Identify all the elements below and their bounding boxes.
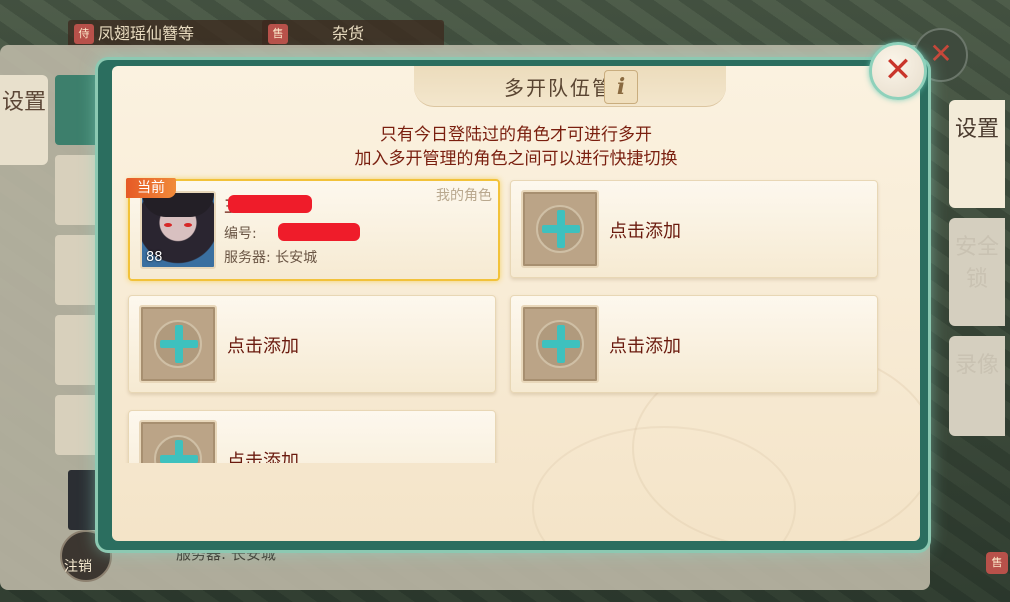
redacted-name [228, 195, 312, 213]
add-slot-label: 点击添加 [227, 336, 299, 357]
left-column-block [55, 155, 103, 225]
add-character-slot[interactable]: 点击添加 [128, 410, 496, 463]
add-slot-frame [521, 190, 599, 268]
redacted-id [278, 223, 360, 241]
right-tab-settings[interactable]: 设置 [949, 100, 1005, 208]
close-icon[interactable]: ✕ [869, 42, 927, 100]
left-settings-tab[interactable]: 设置 [0, 75, 48, 165]
character-level: 88 [146, 250, 163, 265]
add-character-slot[interactable]: 点击添加 [510, 180, 878, 278]
my-role-label: 我的角色 [436, 188, 492, 204]
add-slot-label: 点击添加 [609, 336, 681, 357]
right-tab-recording[interactable]: 录像 [949, 336, 1005, 436]
shop-tag-icon: 售 [986, 552, 1008, 574]
right-tab-label: 安全锁 [954, 235, 999, 292]
add-slot-frame [521, 305, 599, 383]
left-tab-label: 设置 [1, 90, 46, 115]
logout-label: 注销 [64, 559, 92, 575]
character-id-label: 编号: [224, 226, 257, 242]
top-tab-label: 杂货 [332, 24, 365, 43]
add-slot-label: 点击添加 [227, 451, 299, 463]
shop-tag-icon: 售 [268, 24, 288, 44]
character-slot-grid: 88 当前 我的角色 王 编号: 服务器: 长安城 点击添加 [112, 66, 920, 463]
current-tag: 当前 [126, 178, 176, 198]
current-character-card[interactable]: 88 当前 我的角色 王 编号: 服务器: 长安城 [126, 178, 500, 281]
left-column-block [55, 315, 103, 385]
left-column-block [55, 395, 103, 455]
character-server: 服务器: 长安城 [224, 250, 318, 266]
top-tab-item[interactable]: 侍 凤翅瑶仙簪等 [68, 20, 276, 48]
add-character-slot[interactable]: 点击添加 [510, 295, 878, 393]
right-tab-label: 录像 [954, 353, 999, 378]
add-character-slot[interactable]: 点击添加 [128, 295, 496, 393]
add-slot-frame [139, 305, 217, 383]
shop-tag-icon: 侍 [74, 24, 94, 44]
right-tab-label: 设置 [954, 117, 999, 142]
left-column-block [55, 75, 103, 145]
right-tab-security-lock[interactable]: 安全锁 [949, 218, 1005, 326]
top-tab-item[interactable]: 售 杂货 [262, 20, 444, 48]
top-tab-label: 凤翅瑶仙簪等 [98, 24, 195, 43]
multi-account-dialog: 多开队伍管理 i 只有今日登陆过的角色才可进行多开 加入多开管理的角色之间可以进… [112, 66, 920, 541]
add-slot-frame [139, 420, 217, 463]
character-avatar: 88 [140, 191, 216, 269]
left-column-block [55, 235, 103, 305]
add-slot-label: 点击添加 [609, 221, 681, 242]
